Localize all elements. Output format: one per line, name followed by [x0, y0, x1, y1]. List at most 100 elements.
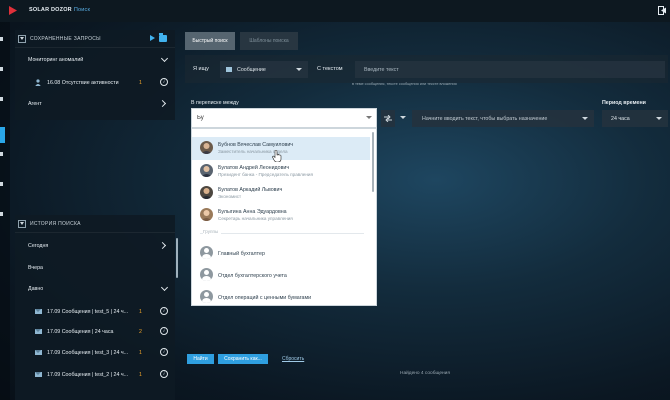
- rail-mark[interactable]: [0, 67, 3, 71]
- history-header: ИСТОРИЯ ПОИСКА: [15, 215, 175, 233]
- mail-icon: [226, 67, 232, 72]
- info-icon[interactable]: i: [160, 370, 168, 378]
- history-item[interactable]: 17.09 Сообщения | test_3 | 24 ч... 1 i: [15, 343, 175, 363]
- chevron-down-icon[interactable]: [160, 54, 169, 63]
- chevron-right-icon[interactable]: [158, 99, 167, 108]
- groups-divider: [200, 233, 364, 234]
- mail-icon: [35, 309, 42, 314]
- saved-queries-title: СОХРАНЕННЫЕ ЗАПРОСЫ: [30, 36, 101, 42]
- history-group-today[interactable]: Сегодня: [15, 236, 175, 256]
- group-name: Отдел операций с ценными бумагами: [218, 295, 312, 301]
- period-value: 24 часа: [611, 116, 630, 122]
- caret-down-icon: [582, 117, 588, 120]
- mail-icon: [35, 372, 42, 377]
- chevron-down-icon[interactable]: [160, 283, 169, 292]
- group-avatar-icon: [200, 290, 213, 303]
- saved-group-label: Агент: [28, 101, 42, 107]
- history-scrollbar[interactable]: [176, 238, 178, 278]
- history-group-label: Сегодня: [28, 243, 49, 249]
- mail-icon: [35, 350, 42, 355]
- rail-mark[interactable]: [0, 37, 3, 41]
- info-icon[interactable]: i: [160, 348, 168, 356]
- tab-search-templates[interactable]: Шаблоны поиска: [240, 32, 298, 50]
- caret-down-icon[interactable]: [400, 116, 406, 119]
- chevron-right-icon[interactable]: [158, 241, 167, 250]
- history-item[interactable]: 17.09 Сообщения | test_5 | 24 ч... 1 i: [15, 302, 175, 322]
- saved-group-agent[interactable]: Агент: [15, 94, 175, 114]
- app-section: Поиск: [73, 7, 91, 13]
- collapse-icon[interactable]: [18, 220, 26, 228]
- history-group-yesterday[interactable]: Вчера: [15, 258, 175, 278]
- history-title: ИСТОРИЯ ПОИСКА: [30, 221, 81, 227]
- rail-active-item[interactable]: [0, 127, 5, 143]
- swap-button[interactable]: [381, 110, 395, 127]
- saved-group-label: Мониторинг аномалий: [28, 57, 84, 63]
- dropdown-person-item[interactable]: Булатов Аркадий Львович Экономист: [192, 182, 370, 205]
- text-search-input[interactable]: [355, 61, 665, 78]
- save-as-button[interactable]: Сохранить как...: [218, 354, 268, 364]
- dropdown-person-item[interactable]: Булатов Андрей Леонидович Президент банк…: [192, 160, 370, 183]
- caret-down-icon: [296, 68, 302, 71]
- object-type-select[interactable]: Сообщение: [220, 61, 308, 78]
- history-group-label: Вчера: [28, 265, 43, 271]
- rail-mark[interactable]: [0, 182, 3, 186]
- saved-group-monitoring[interactable]: Мониторинг аномалий: [15, 50, 175, 70]
- period-select[interactable]: 24 часа: [602, 110, 668, 127]
- mail-icon: [35, 329, 42, 334]
- rail-mark[interactable]: [0, 152, 3, 156]
- count-badge: 1: [139, 350, 142, 356]
- autocomplete-dropdown: Бубнов Вячеслав Самуилович Заместитель н…: [191, 128, 377, 306]
- group-avatar-icon: [200, 246, 213, 259]
- history-item[interactable]: 17.09 Сообщения | test_2 | 24 ч... 1 i: [15, 365, 175, 385]
- results-count: Найдено 4 сообщения: [400, 371, 450, 376]
- object-type-value: Сообщение: [237, 67, 266, 73]
- person-role: Секретарь начальника управления: [218, 216, 293, 221]
- groups-label: Группы: [203, 229, 222, 234]
- swap-arrows-icon: [384, 115, 392, 122]
- caret-down-icon[interactable]: [366, 116, 372, 119]
- info-icon[interactable]: i: [160, 327, 168, 335]
- dropdown-scrollbar[interactable]: [372, 132, 374, 192]
- saved-query-item[interactable]: 16.08 Отсутствие активности 1 i: [15, 73, 175, 93]
- saved-queries-panel: СОХРАНЕННЫЕ ЗАПРОСЫ Мониторинг аномалий …: [15, 30, 175, 120]
- person-role: Президент банка - Председатель правления: [218, 172, 313, 177]
- between-label: В переписке между: [191, 100, 239, 106]
- destination-placeholder: Начните вводить текст, чтобы выбрать наз…: [422, 116, 548, 122]
- group-avatar-icon: [200, 268, 213, 281]
- caret-down-icon: [656, 117, 662, 120]
- history-item[interactable]: 17.09 Сообщения | 24 часа 2 i: [15, 322, 175, 342]
- history-item-label: 17.09 Сообщения | 24 часа: [47, 329, 114, 335]
- top-bar: SOLAR DOZOR Поиск: [0, 0, 670, 22]
- with-text-label: С текстом: [317, 66, 343, 72]
- app-name: SOLAR DOZOR: [29, 7, 72, 13]
- folder-icon[interactable]: [159, 33, 167, 42]
- tab-quick-search[interactable]: Быстрый поиск: [185, 32, 235, 50]
- exit-icon[interactable]: [658, 6, 666, 15]
- play-icon[interactable]: [150, 35, 155, 41]
- dropdown-group-item[interactable]: Отдел бухгалтерского учета: [192, 264, 370, 287]
- period-label: Период времени: [602, 100, 646, 106]
- app-title: SOLAR DOZOR Поиск: [29, 7, 90, 13]
- reset-link[interactable]: Сбросить: [282, 356, 304, 362]
- count-badge: 1: [139, 80, 142, 86]
- rail-mark[interactable]: [0, 212, 3, 216]
- find-button[interactable]: Найти: [187, 354, 214, 364]
- dropdown-group-item[interactable]: Главный бухгалтер: [192, 242, 370, 265]
- history-item-label: 17.09 Сообщения | test_5 | 24 ч...: [47, 309, 129, 315]
- history-item-label: 17.09 Сообщения | test_3 | 24 ч...: [47, 350, 129, 356]
- saved-queries-header: СОХРАНЕННЫЕ ЗАПРОСЫ: [15, 30, 175, 48]
- avatar: [200, 141, 213, 154]
- dropdown-group-item[interactable]: Отдел операций с ценными бумагами: [192, 286, 370, 305]
- destination-select[interactable]: Начните вводить текст, чтобы выбрать наз…: [412, 110, 594, 127]
- info-icon[interactable]: i: [160, 78, 168, 86]
- sender-autocomplete-input[interactable]: [191, 108, 377, 128]
- search-history-panel: ИСТОРИЯ ПОИСКА Сегодня Вчера Давно 17.09…: [15, 215, 175, 400]
- info-icon[interactable]: i: [160, 307, 168, 315]
- collapse-icon[interactable]: [18, 35, 26, 43]
- person-icon: [35, 79, 41, 86]
- left-rail: [0, 22, 10, 400]
- history-group-older[interactable]: Давно: [15, 279, 175, 299]
- dropdown-person-item[interactable]: Булыгина Анна Эдуардовна Секретарь начал…: [192, 204, 370, 227]
- saved-query-label: 16.08 Отсутствие активности: [47, 80, 119, 86]
- rail-mark[interactable]: [0, 97, 3, 101]
